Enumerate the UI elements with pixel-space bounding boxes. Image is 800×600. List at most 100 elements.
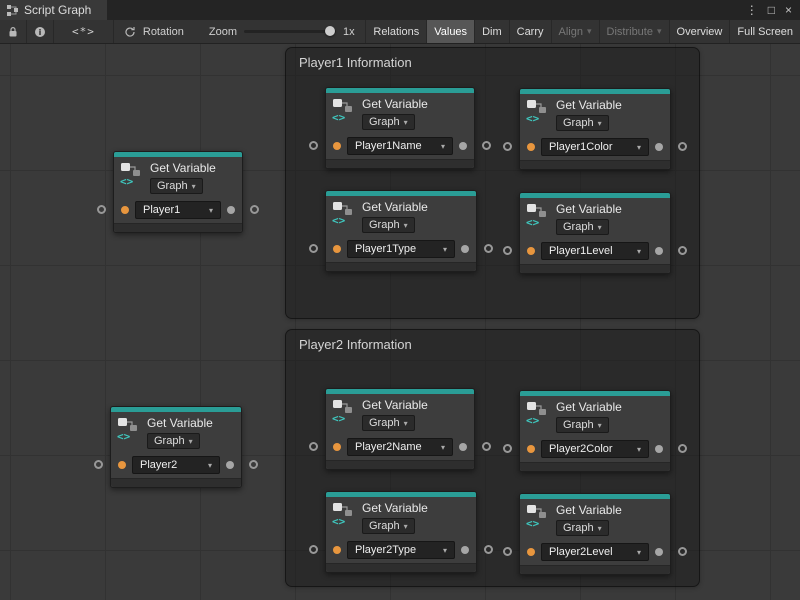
zoom-label: Zoom: [209, 26, 237, 38]
get-variable-node-player1[interactable]: <> Get Variable Graph Player1: [113, 151, 243, 233]
graph-icon: [6, 4, 19, 17]
get-variable-node-player2level[interactable]: <> Get Variable Graph Player2Level: [519, 493, 671, 575]
input-port[interactable]: [503, 444, 512, 453]
variable-dropdown[interactable]: Player1Color: [541, 138, 649, 156]
input-value-dot: [118, 461, 126, 469]
toolbar-button-relations[interactable]: Relations: [365, 20, 426, 43]
node-header-text: Get Variable Graph: [150, 161, 216, 194]
variable-dropdown[interactable]: Player2Type: [347, 541, 455, 559]
toolbar-button-dim[interactable]: Dim: [474, 20, 509, 43]
node-header-text: Get Variable Graph: [362, 501, 428, 534]
zoom-slider-handle[interactable]: [325, 26, 335, 36]
node-header: <> Get Variable Graph: [520, 499, 670, 539]
variable-dropdown[interactable]: Player1Level: [541, 242, 649, 260]
get-variable-node-player1color[interactable]: <> Get Variable Graph Player1Color: [519, 88, 671, 170]
output-value-dot: [227, 206, 235, 214]
output-port[interactable]: [678, 444, 687, 453]
svg-text:i: i: [39, 28, 42, 37]
variable-dropdown[interactable]: Player2Color: [541, 440, 649, 458]
rotation-label: Rotation: [143, 26, 184, 38]
output-port[interactable]: [484, 545, 493, 554]
graph-dropdown[interactable]: Graph: [147, 433, 200, 449]
output-value-dot: [459, 142, 467, 150]
title-bar: Script Graph ⋮ □ ×: [0, 0, 800, 20]
get-variable-node-player2type[interactable]: <> Get Variable Graph Player2Type: [325, 491, 477, 573]
get-variable-node-player2[interactable]: <> Get Variable Graph Player2: [110, 406, 242, 488]
toolbar-button-overview[interactable]: Overview: [669, 20, 730, 43]
input-port[interactable]: [503, 142, 512, 151]
graph-dropdown[interactable]: Graph: [362, 415, 415, 431]
code-view-button[interactable]: <*>: [54, 20, 114, 43]
maximize-icon[interactable]: □: [768, 4, 775, 16]
input-port[interactable]: [503, 547, 512, 556]
toolbar-button-carry[interactable]: Carry: [509, 20, 551, 43]
graph-dropdown-label: Graph: [563, 221, 594, 233]
graph-dropdown[interactable]: Graph: [556, 520, 609, 536]
flow-graph-icon: <>: [526, 98, 550, 124]
node-port-row: Player1Level: [520, 238, 670, 264]
zoom-slider[interactable]: [244, 30, 336, 33]
window-controls: ⋮ □ ×: [738, 0, 800, 20]
graph-dropdown[interactable]: Graph: [362, 114, 415, 130]
graph-dropdown[interactable]: Graph: [556, 417, 609, 433]
get-variable-node-player1level[interactable]: <> Get Variable Graph Player1Level: [519, 192, 671, 274]
graph-dropdown-label: Graph: [369, 116, 400, 128]
group-title[interactable]: Player2 Information: [286, 330, 699, 359]
node-header: <> Get Variable Graph: [520, 396, 670, 436]
toolbar-button-full-screen[interactable]: Full Screen: [729, 20, 800, 43]
group-title[interactable]: Player1 Information: [286, 48, 699, 77]
variable-dropdown[interactable]: Player2Name: [347, 438, 453, 456]
node-port-row: Player2: [111, 452, 241, 478]
node-header: <> Get Variable Graph: [326, 196, 476, 236]
node-title: Get Variable: [362, 97, 428, 111]
output-value-dot: [655, 548, 663, 556]
graph-dropdown[interactable]: Graph: [150, 178, 203, 194]
flow-graph-icon: <>: [526, 503, 550, 529]
info-button[interactable]: i: [27, 20, 54, 43]
output-port[interactable]: [678, 246, 687, 255]
node-footer: [326, 159, 474, 168]
input-port[interactable]: [503, 246, 512, 255]
variable-dropdown-label: Player2: [140, 459, 177, 471]
variable-dropdown[interactable]: Player1Name: [347, 137, 453, 155]
node-title: Get Variable: [362, 398, 428, 412]
close-icon[interactable]: ×: [785, 4, 792, 16]
tab-script-graph[interactable]: Script Graph: [0, 0, 107, 20]
get-variable-node-player1type[interactable]: <> Get Variable Graph Player1Type: [325, 190, 477, 272]
input-port[interactable]: [309, 244, 318, 253]
node-title: Get Variable: [147, 416, 213, 430]
node-header-text: Get Variable Graph: [362, 97, 428, 130]
toolbar-button-values[interactable]: Values: [426, 20, 474, 43]
get-variable-node-player2name[interactable]: <> Get Variable Graph Player2Name: [325, 388, 475, 470]
lock-button[interactable]: [0, 20, 27, 43]
variable-dropdown[interactable]: Player1Type: [347, 240, 455, 258]
output-port[interactable]: [482, 442, 491, 451]
input-port[interactable]: [94, 460, 103, 469]
output-port[interactable]: [250, 205, 259, 214]
input-port[interactable]: [97, 205, 106, 214]
graph-canvas[interactable]: Player1 Information Player2 Information …: [0, 44, 800, 600]
variable-dropdown[interactable]: Player2: [132, 456, 220, 474]
input-value-dot: [333, 443, 341, 451]
node-header-text: Get Variable Graph: [556, 202, 622, 235]
output-port[interactable]: [678, 142, 687, 151]
variable-dropdown[interactable]: Player1: [135, 201, 221, 219]
graph-dropdown[interactable]: Graph: [362, 217, 415, 233]
output-port[interactable]: [678, 547, 687, 556]
input-port[interactable]: [309, 545, 318, 554]
get-variable-node-player1name[interactable]: <> Get Variable Graph Player1Name: [325, 87, 475, 169]
node-title: Get Variable: [150, 161, 216, 175]
input-port[interactable]: [309, 141, 318, 150]
variable-dropdown[interactable]: Player2Level: [541, 543, 649, 561]
graph-dropdown[interactable]: Graph: [556, 115, 609, 131]
graph-dropdown[interactable]: Graph: [556, 219, 609, 235]
output-port[interactable]: [249, 460, 258, 469]
output-port[interactable]: [482, 141, 491, 150]
graph-dropdown[interactable]: Graph: [362, 518, 415, 534]
graph-dropdown-label: Graph: [563, 117, 594, 129]
input-port[interactable]: [309, 442, 318, 451]
get-variable-node-player2color[interactable]: <> Get Variable Graph Player2Color: [519, 390, 671, 472]
svg-text:<>: <>: [332, 214, 346, 226]
output-port[interactable]: [484, 244, 493, 253]
menu-icon[interactable]: ⋮: [746, 4, 758, 16]
